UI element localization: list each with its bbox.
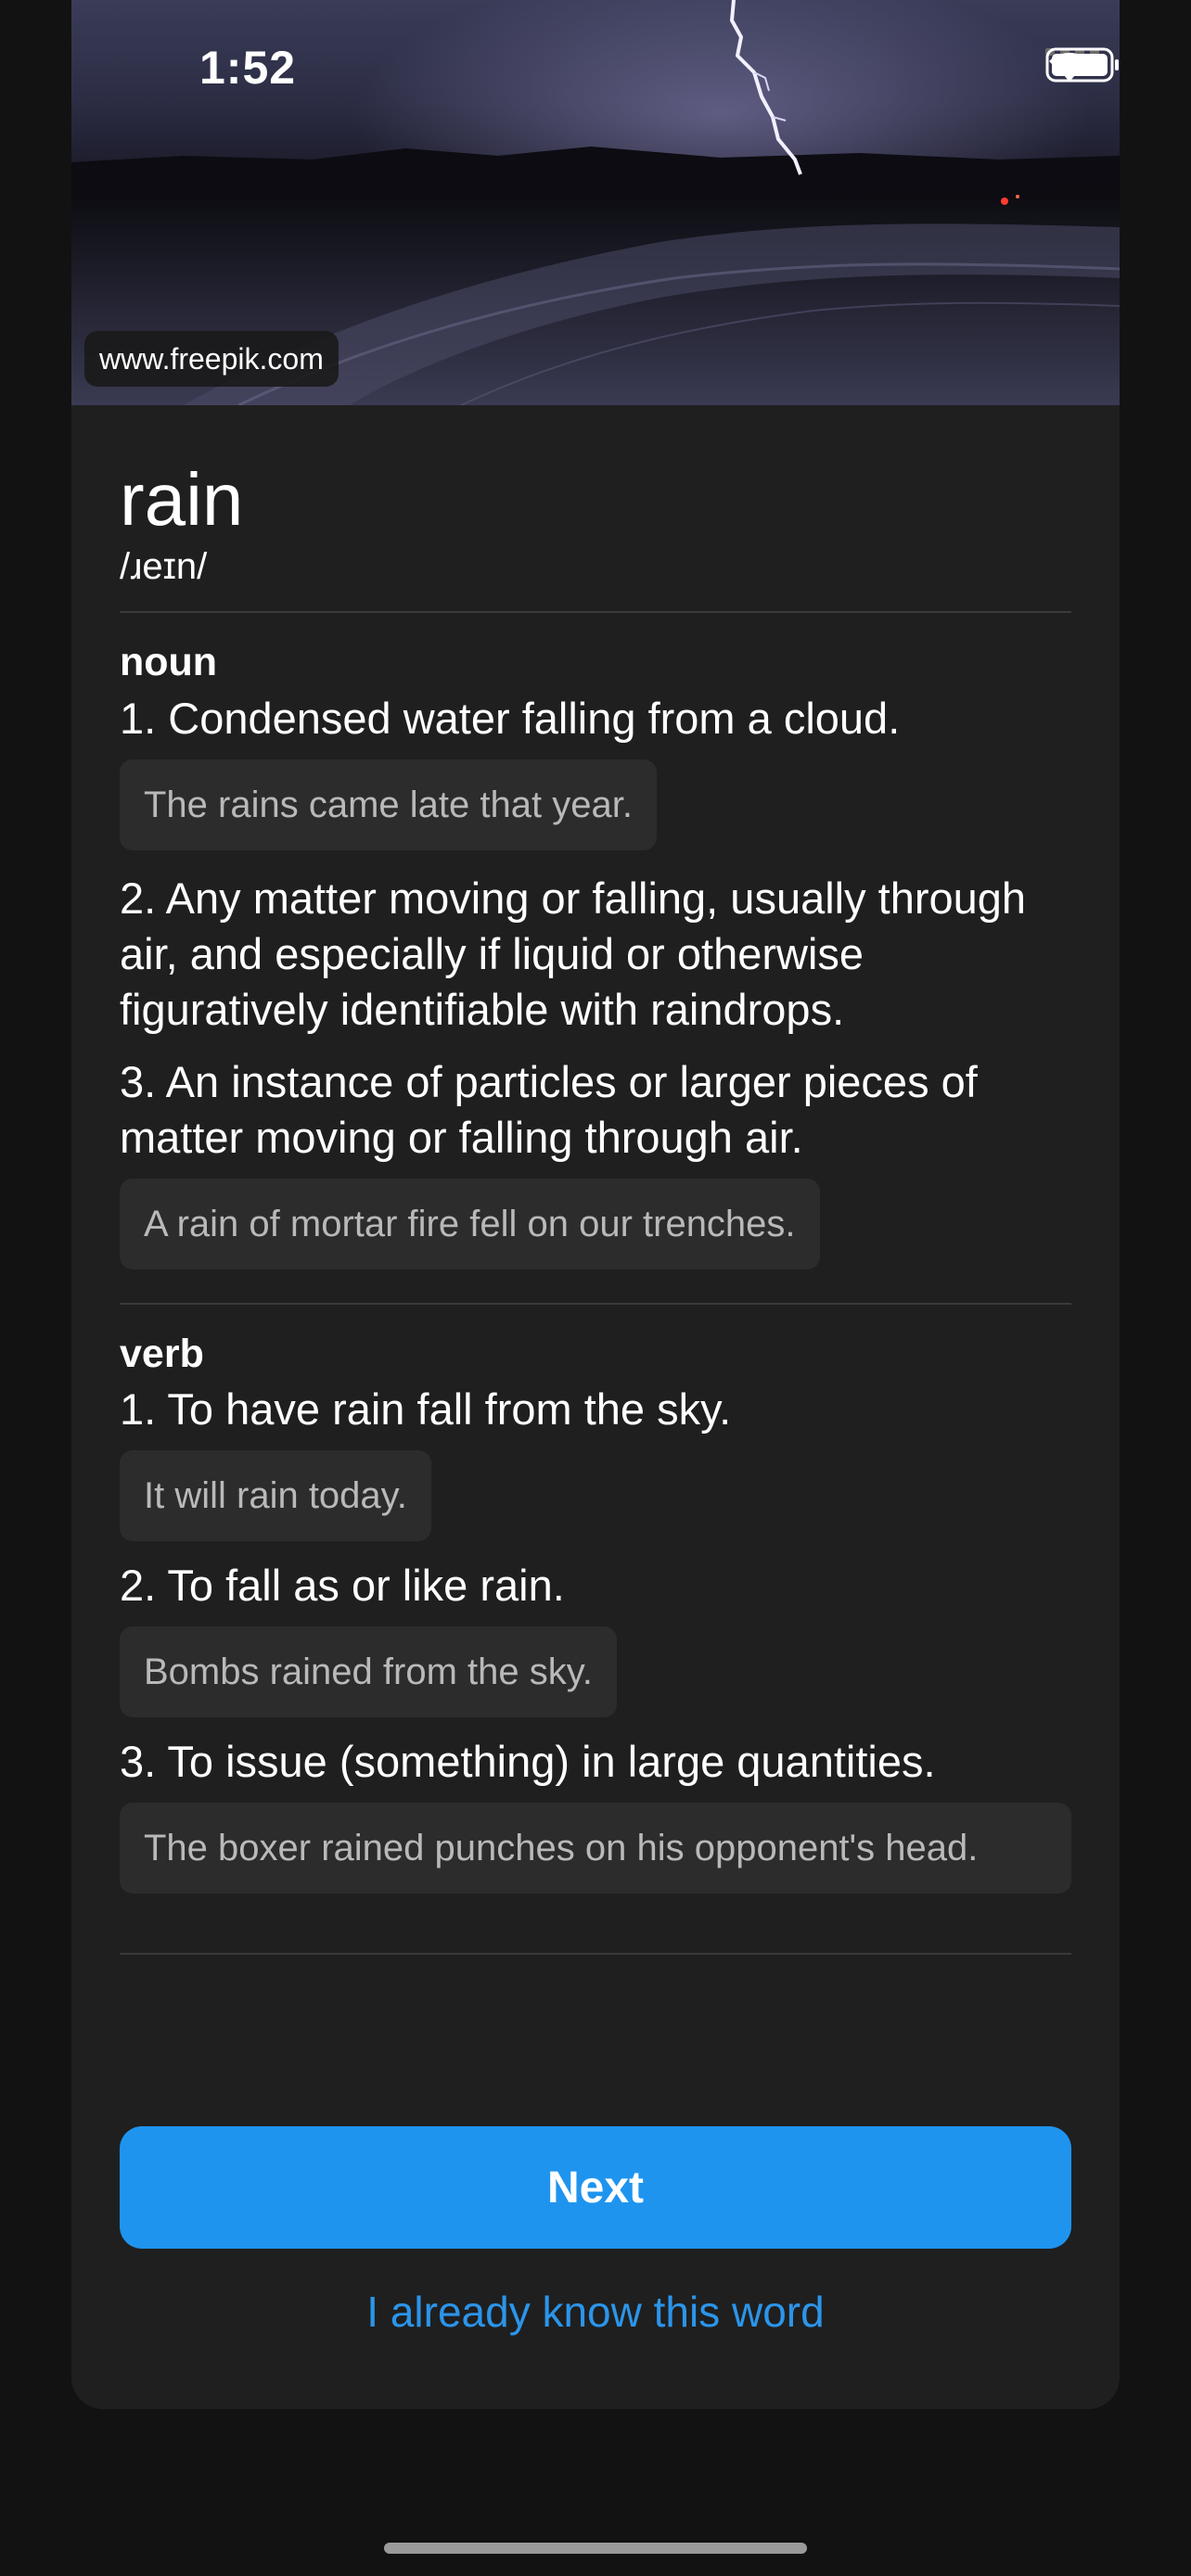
example-sentence: A rain of mortar fire fell on our trench… <box>120 1178 820 1269</box>
divider <box>120 1302 1071 1305</box>
noun-section: noun 1. Condensed water falling from a c… <box>120 639 1071 1269</box>
definition: 1. To have rain fall from the sky. <box>120 1384 732 1435</box>
example-sentence: It will rain today. <box>120 1450 431 1542</box>
battery-icon <box>1045 47 1119 83</box>
part-of-speech: verb <box>120 1331 204 1376</box>
definition: 2. To fall as or like rain. <box>120 1561 565 1611</box>
divider <box>120 611 1071 613</box>
definition: 3. To issue (something) in large quantit… <box>120 1737 936 1787</box>
definition: 2. Any matter moving or falling, usually… <box>120 873 1027 1034</box>
verb-section: verb 1. To have rain fall from the sky. … <box>120 1331 1071 1894</box>
already-know-link[interactable]: I already know this word <box>120 2287 1071 2337</box>
next-button[interactable]: Next <box>120 2126 1071 2249</box>
definition: 3. An instance of particles or larger pi… <box>120 1056 978 1162</box>
definition: 1. Condensed water falling from a cloud. <box>120 693 901 743</box>
word-phonetic: /ɹeɪn/ <box>120 546 208 587</box>
example-sentence: Bombs rained from the sky. <box>120 1626 617 1718</box>
divider <box>120 1953 1071 1956</box>
definition-content: rain /ɹeɪn/ noun 1. Condensed water fall… <box>120 405 1071 1956</box>
hero-image: 1:52 www.freepik.com <box>71 0 1120 405</box>
word-card: 1:52 www.freepik.com rain /ɹeɪn/ noun 1.… <box>71 0 1120 2409</box>
part-of-speech: noun <box>120 640 218 684</box>
home-indicator[interactable] <box>384 2543 807 2554</box>
example-sentence: The boxer rained punches on his opponent… <box>120 1803 1071 1894</box>
example-sentence: The rains came late that year. <box>120 759 657 850</box>
word-title: rain <box>120 458 244 541</box>
screen: 1:52 www.freepik.com rain /ɹeɪn/ noun 1.… <box>0 0 1191 2576</box>
image-credit[interactable]: www.freepik.com <box>84 331 339 387</box>
status-time: 1:52 <box>199 42 297 94</box>
